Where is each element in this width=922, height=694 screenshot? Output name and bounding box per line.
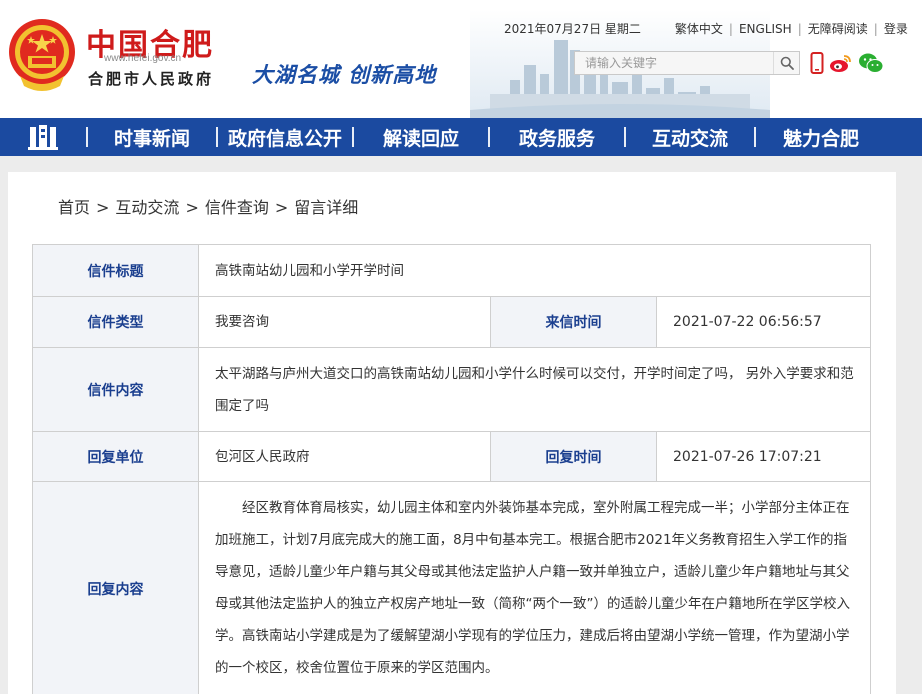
- letter-type-value: 我要咨询: [198, 296, 491, 348]
- nav-divider: [624, 127, 626, 147]
- weibo-button[interactable]: [828, 50, 854, 76]
- nav-divider: [86, 127, 88, 147]
- mobile-icon: [810, 52, 824, 74]
- search-button[interactable]: [773, 52, 799, 74]
- nav-divider: [754, 127, 756, 147]
- login-link[interactable]: 登录: [884, 20, 908, 37]
- nav-home-button[interactable]: [0, 118, 86, 156]
- breadcrumb-home[interactable]: 首页: [58, 198, 90, 217]
- breadcrumb-interaction[interactable]: 互动交流: [115, 198, 179, 217]
- search-icon: [780, 56, 794, 70]
- separator: |: [873, 21, 878, 36]
- nav-divider: [352, 127, 354, 147]
- nav-divider: [488, 127, 490, 147]
- nav-item-services[interactable]: 政务服务: [490, 118, 624, 156]
- letter-title-value: 高铁南站幼儿园和小学开学时间: [197, 244, 872, 297]
- reply-unit-value: 包河区人民政府: [198, 431, 491, 482]
- weibo-icon: [830, 55, 851, 72]
- search-box: [574, 51, 800, 75]
- table-row: 信件标题 高铁南站幼儿园和小学开学时间: [32, 244, 872, 297]
- reply-content-value: 经区教育体育局核实，幼儿园主体和室内外装饰基本完成，室外附属工程完成一半；小学部…: [197, 481, 872, 694]
- table-row: 回复内容 经区教育体育局核实，幼儿园主体和室内外装饰基本完成，室外附属工程完成一…: [32, 481, 872, 694]
- current-date: 2021年07月27日 星期二: [504, 22, 641, 36]
- site-header: 中国合肥 www.hefei.gov.cn 合肥市人民政府 大湖名城 创新高地 …: [0, 0, 922, 118]
- nav-item-gov-info[interactable]: 政府信息公开: [218, 118, 352, 156]
- accessible-reading-link[interactable]: 无障碍阅读: [808, 20, 868, 37]
- reply-time-label: 回复时间: [490, 431, 657, 482]
- table-row: 信件内容 太平湖路与庐州大道交口的高铁南站幼儿园和小学什么时候可以交付，开学时间…: [32, 347, 872, 432]
- letter-content-value: 太平湖路与庐州大道交口的高铁南站幼儿园和小学什么时候可以交付，开学时间定了吗， …: [197, 347, 872, 432]
- english-link[interactable]: ENGLISH: [739, 22, 792, 36]
- letter-title-label: 信件标题: [32, 244, 199, 297]
- nav-item-news[interactable]: 时事新闻: [88, 118, 216, 156]
- content-panel: 首页 > 互动交流 > 信件查询 > 留言详细 信件标题 高铁南站幼儿园和小学开学时间 信件…: [8, 172, 896, 694]
- nav-divider: [216, 127, 218, 147]
- table-row: 回复单位 包河区人民政府 回复时间 2021-07-26 17:07:21: [32, 431, 872, 482]
- breadcrumb-current: 留言详细: [294, 198, 359, 217]
- letter-content-label: 信件内容: [32, 347, 199, 432]
- nav-item-charm[interactable]: 魅力合肥: [756, 118, 886, 156]
- search-input[interactable]: [575, 52, 773, 74]
- site-subtitle: 合肥市人民政府: [88, 70, 215, 88]
- wechat-button[interactable]: [858, 50, 884, 76]
- main-navigation: 时事新闻 政府信息公开 解读回应 政务服务 互动交流 魅力合肥: [0, 118, 922, 156]
- traditional-chinese-link[interactable]: 繁体中文: [675, 20, 723, 37]
- home-building-icon: [28, 125, 58, 150]
- letter-detail-table: 信件标题 高铁南站幼儿园和小学开学时间 信件类型 我要咨询 来信时间 2021-…: [32, 244, 872, 694]
- reply-time-value: 2021-07-26 17:07:21: [655, 431, 872, 482]
- breadcrumb-letter-query[interactable]: 信件查询: [205, 198, 269, 217]
- breadcrumb: 首页 > 互动交流 > 信件查询 > 留言详细: [58, 194, 358, 218]
- table-row: 信件类型 我要咨询 来信时间 2021-07-22 06:56:57: [32, 296, 872, 348]
- wechat-icon: [859, 53, 884, 73]
- reply-content-label: 回复内容: [32, 481, 199, 694]
- site-domain: www.hefei.gov.cn: [104, 53, 182, 64]
- reply-unit-label: 回复单位: [32, 431, 199, 482]
- breadcrumb-separator: >: [185, 198, 199, 217]
- letter-type-label: 信件类型: [32, 296, 199, 348]
- top-utility-bar: 2021年07月27日 星期二 繁体中文 | ENGLISH | 无障碍阅读 |…: [504, 20, 908, 37]
- national-emblem-logo: [9, 19, 75, 91]
- nav-item-interaction[interactable]: 互动交流: [626, 118, 754, 156]
- letter-time-value: 2021-07-22 06:56:57: [655, 296, 872, 348]
- breadcrumb-separator: >: [96, 198, 110, 217]
- separator: |: [797, 21, 802, 36]
- mobile-button[interactable]: [804, 50, 830, 76]
- breadcrumb-separator: >: [274, 198, 289, 217]
- site-slogan: 大湖名城 创新高地: [252, 62, 437, 87]
- nav-item-interpretation[interactable]: 解读回应: [354, 118, 488, 156]
- separator: |: [728, 21, 733, 36]
- letter-time-label: 来信时间: [490, 296, 657, 348]
